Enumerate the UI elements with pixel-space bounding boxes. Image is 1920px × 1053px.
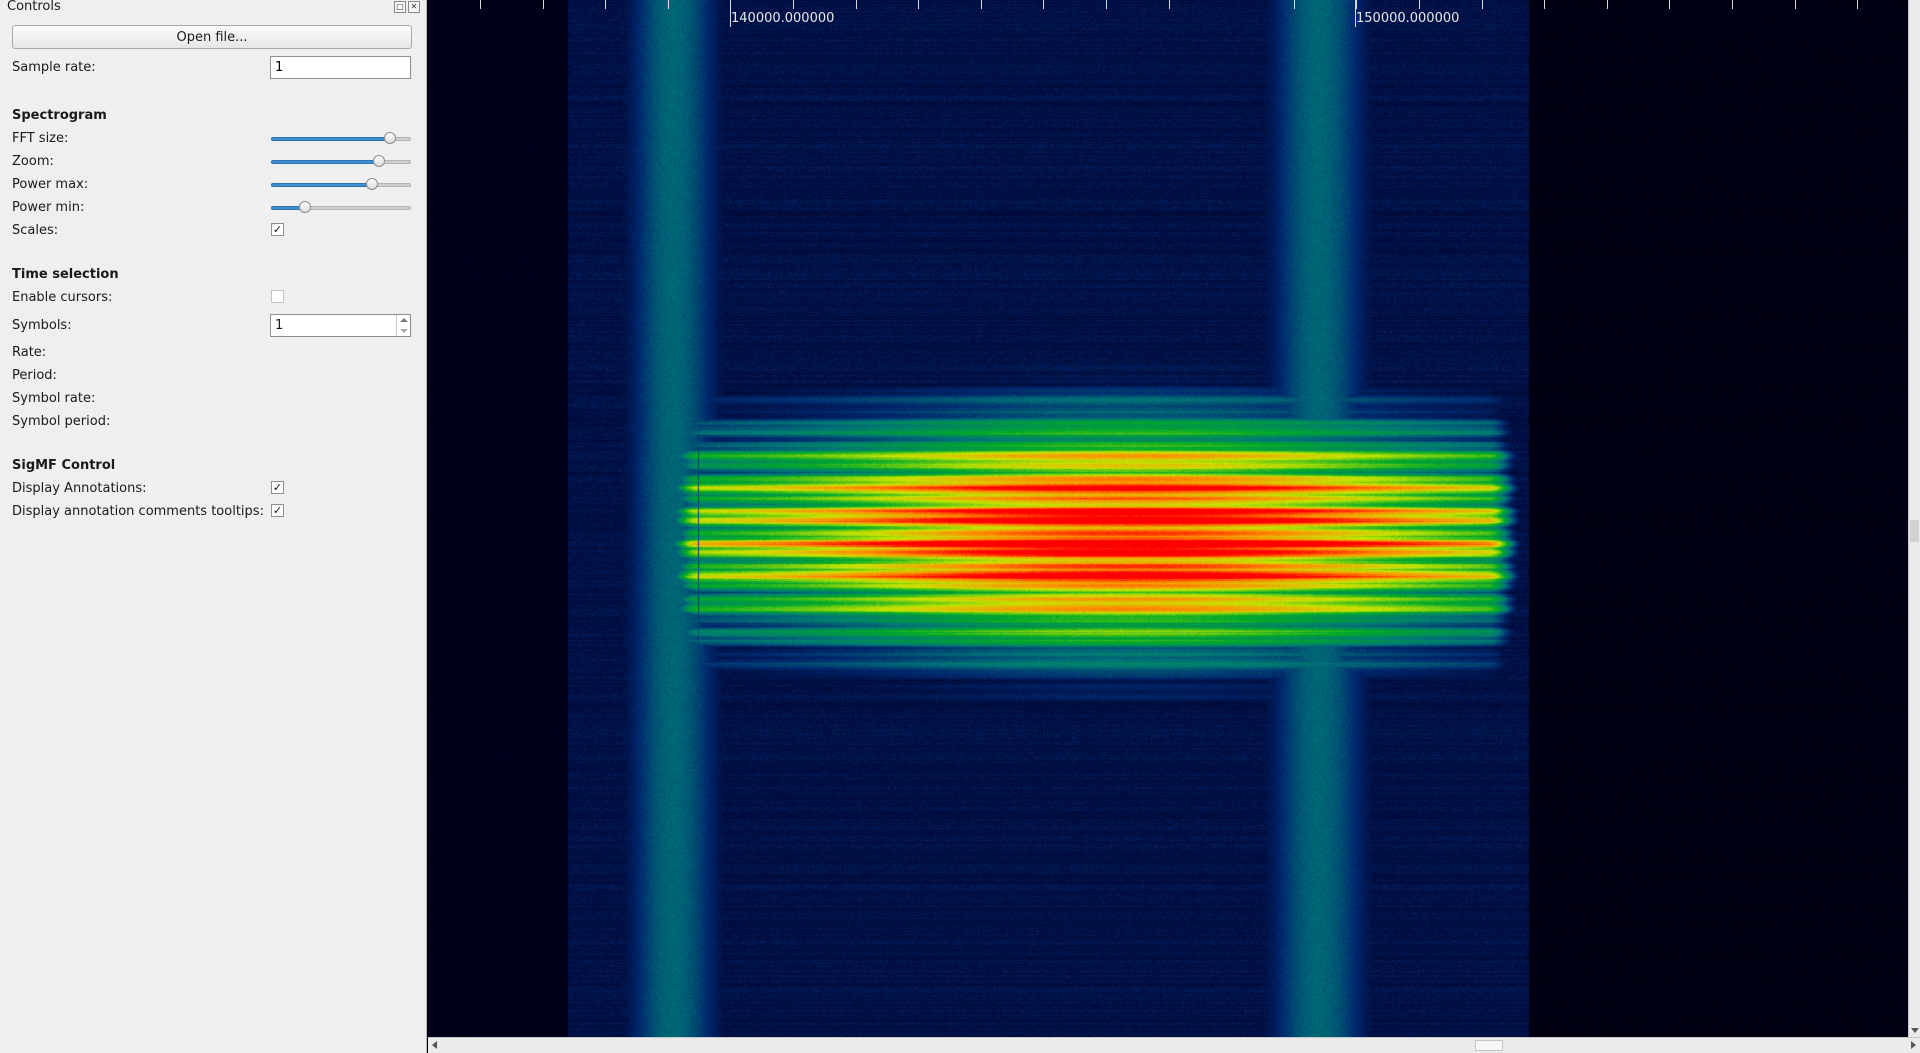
symbol-rate-label: Symbol rate: [12,391,96,406]
spin-down-icon[interactable] [400,329,408,333]
ruler-tick [1544,0,1545,9]
open-file-button[interactable]: Open file... [12,25,412,49]
symbols-spinbox[interactable]: 1 [270,314,411,337]
ruler-tick [1106,0,1107,9]
power-min-slider[interactable] [271,201,411,215]
ruler-tick [480,0,481,9]
spectrogram-view[interactable]: 140000.000000 150000.000000 [428,0,1908,1037]
display-annotations-label: Display Annotations: [12,481,147,496]
slider-handle[interactable] [372,155,385,167]
ruler-tick [1857,0,1858,9]
power-min-label: Power min: [12,200,85,215]
slider-fill [271,160,379,164]
scales-label: Scales: [12,223,59,238]
enable-cursors-label: Enable cursors: [12,290,113,305]
scales-checkbox[interactable]: ✓ [271,223,284,236]
slider-handle[interactable] [298,201,311,213]
spectrogram-heading: Spectrogram [12,108,107,123]
float-icon[interactable]: ▢ [394,1,406,13]
ruler-label-140000: 140000.000000 [731,11,835,26]
slider-fill [271,137,390,141]
ruler-tick [1482,0,1483,9]
power-max-label: Power max: [12,177,89,192]
fft-size-slider[interactable] [271,132,411,146]
enable-cursors-checkbox[interactable] [271,290,284,303]
scroll-right-icon[interactable] [1911,1041,1916,1049]
time-selection-heading: Time selection [12,267,119,282]
ruler-tick [605,0,606,9]
controls-dock: Controls ▢ ✕ Open file... Sample rate: S… [0,0,427,1053]
zoom-label: Zoom: [12,154,54,169]
symbols-label: Symbols: [12,318,72,333]
sample-rate-label: Sample rate: [12,60,96,75]
fft-size-label: FFT size: [12,131,69,146]
display-tooltips-label: Display annotation comments tooltips: [12,504,264,519]
ruler-tick [856,0,857,9]
vertical-scroll-thumb[interactable] [1910,520,1919,542]
ruler-tick [730,0,731,27]
ruler-tick [1607,0,1608,9]
close-icon[interactable]: ✕ [408,1,420,13]
spectrogram-canvas[interactable] [428,0,1908,1037]
period-label: Period: [12,368,57,383]
sample-rate-input[interactable] [270,56,411,79]
slider-handle[interactable] [365,178,378,190]
ruler-tick [981,0,982,9]
horizontal-scrollbar[interactable] [428,1037,1920,1053]
horizontal-scroll-thumb[interactable] [1475,1040,1503,1051]
ruler-tick [1043,0,1044,9]
ruler-tick [1356,0,1357,9]
spin-arrows[interactable] [396,315,410,336]
ruler-tick [1795,0,1796,9]
ruler-tick [918,0,919,9]
ruler-tick [543,0,544,9]
ruler-tick [1419,0,1420,9]
symbols-value: 1 [275,318,284,333]
ruler-label-150000: 150000.000000 [1356,11,1460,26]
display-tooltips-checkbox[interactable]: ✓ [271,504,284,517]
ruler-tick [793,0,794,9]
ruler-tick [1669,0,1670,9]
ruler-tick [1294,0,1295,9]
sigmf-heading: SigMF Control [12,458,116,473]
vertical-scrollbar[interactable] [1908,0,1920,1037]
ruler-tick [1169,0,1170,9]
scroll-left-icon[interactable] [432,1041,437,1049]
zoom-slider[interactable] [271,155,411,169]
slider-fill [271,183,372,187]
scroll-down-icon[interactable] [1911,1028,1919,1033]
spin-up-icon[interactable] [400,318,408,322]
slider-handle[interactable] [384,132,396,144]
ruler-tick [668,0,669,9]
ruler-tick [1732,0,1733,9]
symbol-period-label: Symbol period: [12,414,111,429]
rate-label: Rate: [12,345,47,360]
frequency-ruler: 140000.000000 150000.000000 [428,0,1908,27]
dock-title: Controls [7,0,61,14]
display-annotations-checkbox[interactable]: ✓ [271,481,284,494]
power-max-slider[interactable] [271,178,411,192]
